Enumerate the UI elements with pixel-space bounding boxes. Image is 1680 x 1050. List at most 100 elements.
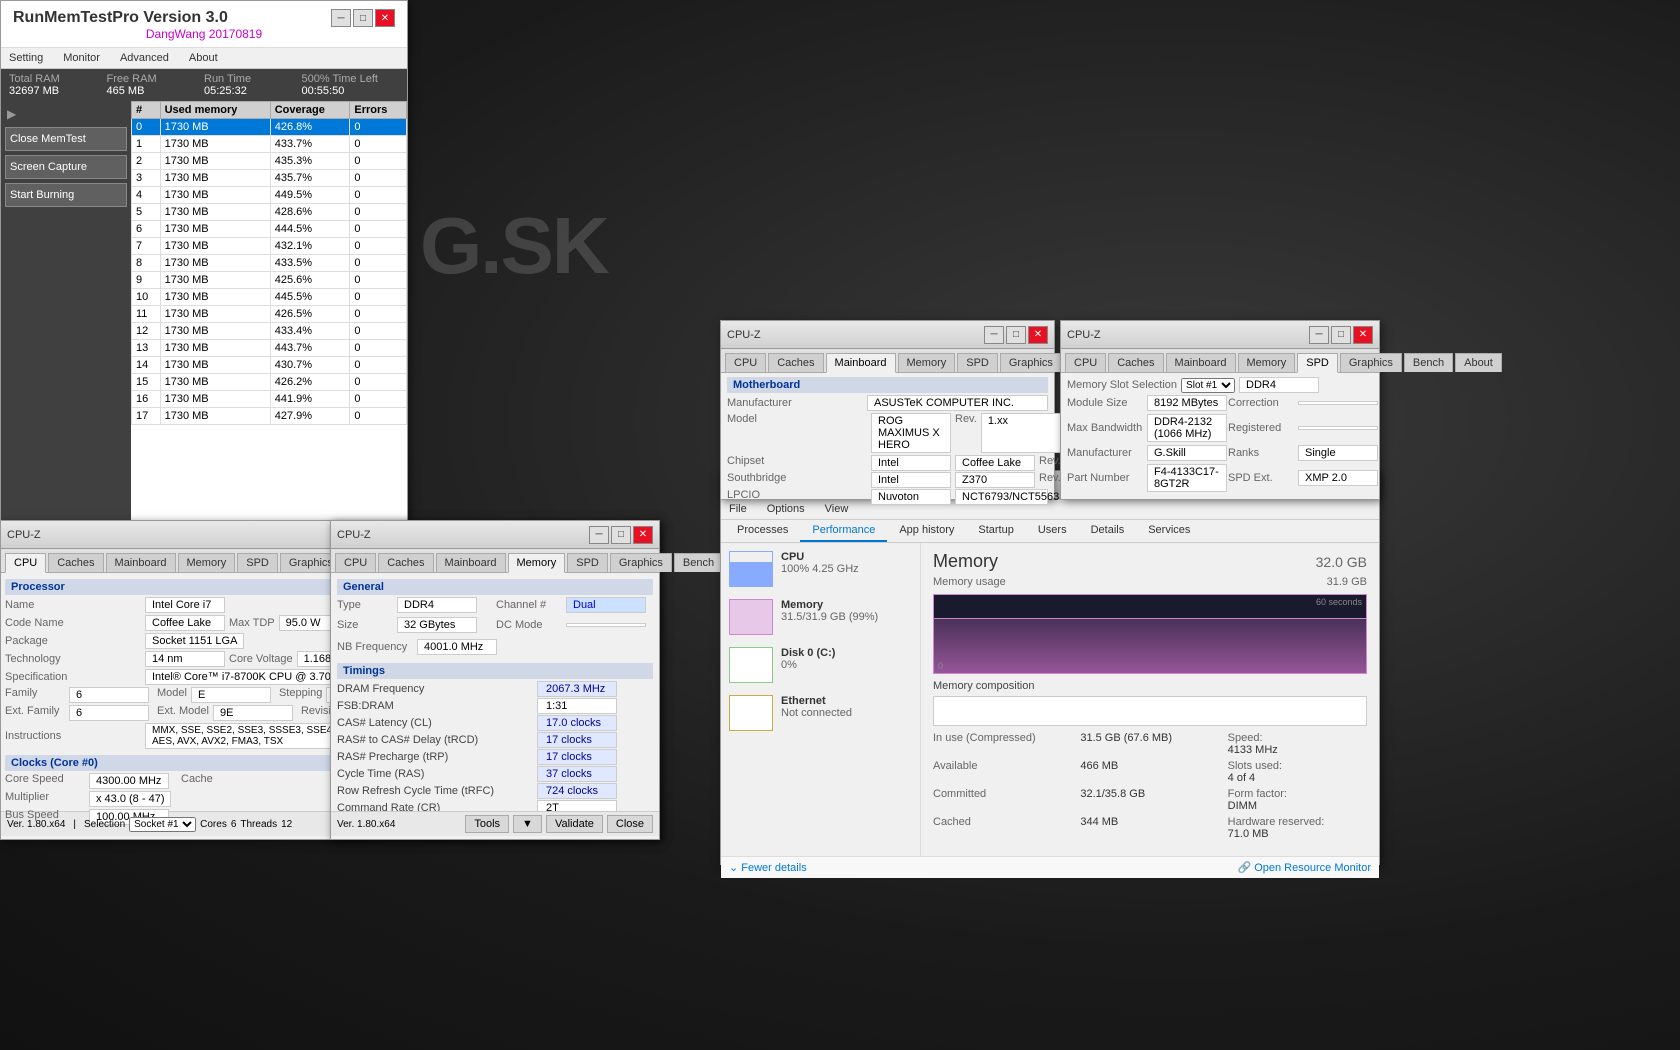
tm-cpu-value: 100% 4.25 GHz (781, 563, 912, 575)
cpuz-spd-ranks-row: Ranks Single (1228, 445, 1378, 461)
table-row[interactable]: 3 1730 MB 435.7% 0 (132, 170, 407, 187)
cpuz-spd-slot-select[interactable]: Slot #1 (1181, 378, 1235, 393)
table-row[interactable]: 17 1730 MB 427.9% 0 (132, 408, 407, 425)
tm-mem-composition-label: Memory composition (933, 680, 1367, 692)
cpuz-mem-tools-btn[interactable]: Tools (465, 815, 509, 833)
cpuz-mem-close-btn[interactable]: Close (607, 815, 653, 833)
cpuz-mem-tab-mainboard[interactable]: Mainboard (436, 553, 506, 572)
runmem-menu-setting[interactable]: Setting (5, 50, 47, 66)
table-row[interactable]: 15 1730 MB 426.2% 0 (132, 374, 407, 391)
tm-fewer-details[interactable]: ⌄ Fewer details (729, 861, 807, 874)
row-coverage: 433.4% (270, 323, 350, 340)
cpuz-spd-tab-spd[interactable]: SPD (1297, 353, 1338, 373)
cpuz-tab-cpu[interactable]: CPU (5, 553, 46, 573)
table-row[interactable]: 5 1730 MB 428.6% 0 (132, 204, 407, 221)
cpuz-spd-minimize[interactable]: ─ (1309, 326, 1329, 344)
table-row[interactable]: 0 1730 MB 426.8% 0 (132, 119, 407, 136)
cpuz-cycleras-value: 37 clocks (537, 766, 617, 782)
tm-cpu-metric[interactable]: CPU 100% 4.25 GHz (729, 551, 912, 587)
cpuz-spd-tab-caches[interactable]: Caches (1108, 353, 1163, 372)
cpuz-mb-mfr-label: Manufacturer (727, 397, 867, 409)
cpuz-mem-tab-cpu[interactable]: CPU (335, 553, 376, 572)
tm-tab-details[interactable]: Details (1079, 520, 1137, 542)
table-row[interactable]: 1 1730 MB 433.7% 0 (132, 136, 407, 153)
cpuz-mem-tab-caches[interactable]: Caches (378, 553, 433, 572)
cpuz-mem-close[interactable]: ✕ (633, 526, 653, 544)
cpuz-mb-maximize[interactable]: □ (1006, 326, 1026, 344)
tm-memory-metric[interactable]: Memory 31.5/31.9 GB (99%) (729, 599, 912, 635)
runmem-menu-advanced[interactable]: Advanced (116, 50, 173, 66)
cpuz-spd-tab-bench[interactable]: Bench (1404, 353, 1453, 372)
table-row[interactable]: 13 1730 MB 443.7% 0 (132, 340, 407, 357)
row-id: 5 (132, 204, 161, 221)
cpuz-spd-registered-row: Registered (1228, 414, 1378, 442)
cpuz-mem-tab-graphics[interactable]: Graphics (610, 553, 672, 572)
cpuz-spd-tab-graphics[interactable]: Graphics (1340, 353, 1402, 372)
runmem-close-btn[interactable]: ✕ (375, 9, 395, 27)
col-header-coverage: Coverage (270, 102, 350, 119)
cpuz-mb-tab-graphics[interactable]: Graphics (1000, 353, 1062, 372)
cpuz-mb-tab-spd[interactable]: SPD (957, 353, 998, 372)
cpuz-spd-tab-mainboard[interactable]: Mainboard (1166, 353, 1236, 372)
tm-usage-header: Memory usage 31.9 GB (933, 576, 1367, 588)
cpuz-mem-tools-arrow[interactable]: ▼ (513, 815, 542, 833)
tm-open-resource-monitor[interactable]: 🔗 Open Resource Monitor (1237, 861, 1371, 874)
table-row[interactable]: 7 1730 MB 432.1% 0 (132, 238, 407, 255)
cpuz-spd-maximize[interactable]: □ (1331, 326, 1351, 344)
cpuz-mb-minimize[interactable]: ─ (984, 326, 1004, 344)
tm-tab-performance[interactable]: Performance (800, 520, 887, 542)
cpuz-tab-mainboard[interactable]: Mainboard (106, 553, 176, 572)
runmem-menu-monitor[interactable]: Monitor (59, 50, 104, 66)
cpuz-mem-tab-bench[interactable]: Bench (674, 553, 723, 572)
cpuz-mem-tab-memory[interactable]: Memory (508, 553, 566, 573)
cpuz-spd-tab-memory[interactable]: Memory (1238, 353, 1296, 372)
cpuz-mem-validate-btn[interactable]: Validate (546, 815, 603, 833)
cpuz-spd-close[interactable]: ✕ (1353, 326, 1373, 344)
runmem-menu-about[interactable]: About (185, 50, 222, 66)
tm-speed-label: Speed: (1228, 732, 1367, 744)
runmem-title-area: RunMemTestPro Version 3.0 ─ □ ✕ DangWang… (1, 1, 407, 48)
screen-capture-btn[interactable]: Screen Capture (5, 155, 127, 179)
table-row[interactable]: 8 1730 MB 433.5% 0 (132, 255, 407, 272)
cpuz-tab-caches[interactable]: Caches (48, 553, 103, 572)
tm-disk-metric[interactable]: Disk 0 (C:) 0% (729, 647, 912, 683)
tm-tab-startup[interactable]: Startup (966, 520, 1025, 542)
cpuz-spd-tab-cpu[interactable]: CPU (1065, 353, 1106, 372)
tm-tab-users[interactable]: Users (1026, 520, 1079, 542)
runmem-maximize-btn[interactable]: □ (353, 9, 373, 27)
tm-tab-apphistory[interactable]: App history (887, 520, 966, 542)
cpuz-mb-tab-memory[interactable]: Memory (898, 353, 956, 372)
cpuz-mem-maximize[interactable]: □ (611, 526, 631, 544)
runmem-minimize-btn[interactable]: ─ (331, 9, 351, 27)
table-row[interactable]: 9 1730 MB 425.6% 0 (132, 272, 407, 289)
cpuz-tab-memory[interactable]: Memory (178, 553, 236, 572)
cpuz-mb-tab-mainboard[interactable]: Mainboard (826, 353, 896, 373)
tm-tab-processes[interactable]: Processes (725, 520, 800, 542)
tm-hwreserved-combined: Hardware reserved: 71.0 MB (1228, 816, 1367, 840)
cpuz-mem-minimize[interactable]: ─ (589, 526, 609, 544)
table-row[interactable]: 4 1730 MB 449.5% 0 (132, 187, 407, 204)
tm-ethernet-metric[interactable]: Ethernet Not connected (729, 695, 912, 731)
cpuz-spd-tab-about[interactable]: About (1455, 353, 1502, 372)
table-row[interactable]: 10 1730 MB 445.5% 0 (132, 289, 407, 306)
close-memtest-btn[interactable]: Close MemTest (5, 127, 127, 151)
cpuz-mb-tab-caches[interactable]: Caches (768, 353, 823, 372)
cpuz-mb-tab-cpu[interactable]: CPU (725, 353, 766, 372)
cpuz-threads-value: 12 (281, 819, 292, 830)
table-row[interactable]: 6 1730 MB 444.5% 0 (132, 221, 407, 238)
cpuz-socket-select[interactable]: Socket #1 (129, 817, 196, 832)
start-burning-btn[interactable]: Start Burning (5, 183, 127, 207)
tm-tab-services[interactable]: Services (1136, 520, 1202, 542)
table-row[interactable]: 2 1730 MB 435.3% 0 (132, 153, 407, 170)
cpuz-fsbdram-row: FSB:DRAM 1:31 (337, 698, 653, 714)
cpuz-mb-close[interactable]: ✕ (1028, 326, 1048, 344)
tm-ethernet-title: Ethernet (781, 695, 912, 707)
tm-cpu-title: CPU (781, 551, 912, 563)
table-row[interactable]: 11 1730 MB 426.5% 0 (132, 306, 407, 323)
cpuz-mem-tab-spd[interactable]: SPD (567, 553, 608, 572)
cpuz-fsbdram-value: 1:31 (537, 698, 617, 714)
table-row[interactable]: 16 1730 MB 441.9% 0 (132, 391, 407, 408)
cpuz-tab-spd[interactable]: SPD (237, 553, 278, 572)
table-row[interactable]: 12 1730 MB 433.4% 0 (132, 323, 407, 340)
table-row[interactable]: 14 1730 MB 430.7% 0 (132, 357, 407, 374)
